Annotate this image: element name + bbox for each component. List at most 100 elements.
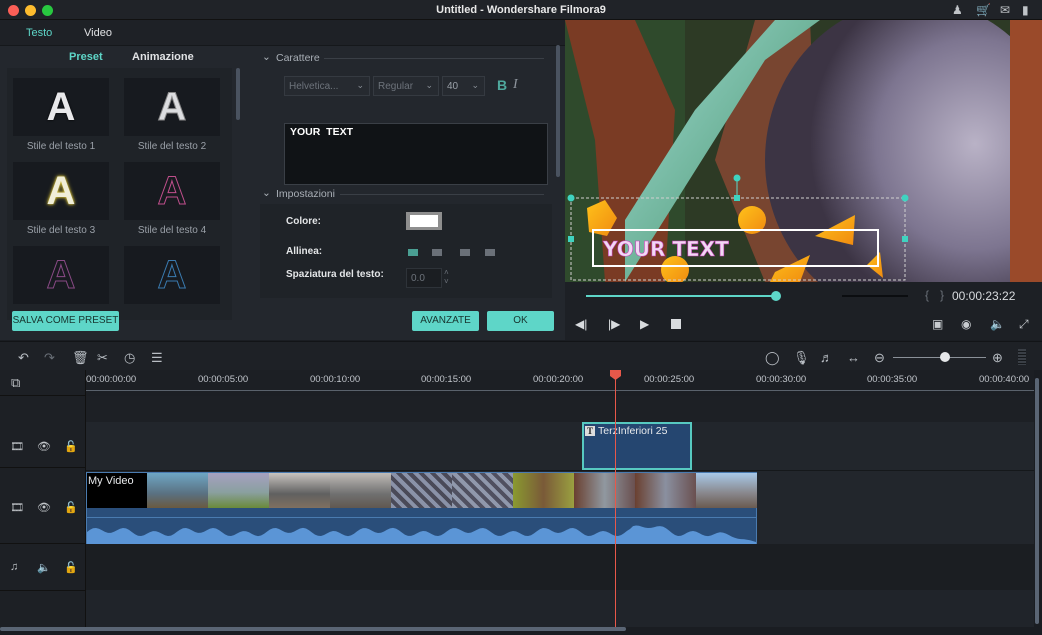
ok-button[interactable]: OK <box>487 311 554 331</box>
thumbnail <box>513 473 574 508</box>
video-clip-label: My Video <box>88 475 134 487</box>
volume-icon[interactable]: 🔈 <box>990 317 1005 331</box>
title-bar: Untitled - Wondershare Filmora9 ♟ 🛒 ✉ ▮ <box>0 0 1042 20</box>
lock-icon[interactable]: 🔓 <box>64 501 78 514</box>
speaker-icon[interactable]: 🔈 <box>37 561 51 574</box>
timeline-vertical-scrollbar[interactable] <box>1035 378 1039 624</box>
timeline-horizontal-scrollbar[interactable] <box>0 627 626 631</box>
ruler-label: 00:00:05:00 <box>198 374 249 385</box>
render-settings-icon[interactable]: ▣ <box>932 317 943 331</box>
chevron-down-icon: ⌄ <box>425 80 433 90</box>
next-frame-icon[interactable]: |▶ <box>608 317 620 331</box>
preset-thumbnail: A <box>124 246 220 304</box>
size-dropdown[interactable]: 40 ⌄ <box>442 76 485 96</box>
mail-icon[interactable]: ✉ <box>1000 3 1010 17</box>
prev-frame-icon[interactable]: ◀| <box>575 317 587 331</box>
spacing-input[interactable]: 0.0 <box>406 268 442 288</box>
preset-item[interactable]: A Stile del testo 1 <box>13 78 109 156</box>
resize-handle[interactable] <box>568 236 574 242</box>
fullscreen-icon[interactable]: ⤢ <box>1019 317 1029 332</box>
preset-item[interactable]: A Stile del testo 4 <box>124 162 220 240</box>
cart-icon[interactable]: 🛒 <box>976 3 991 17</box>
text-input[interactable]: YOUR TEXT <box>284 123 548 185</box>
lock-icon[interactable]: 🔓 <box>64 561 78 574</box>
spacing-stepper[interactable]: ˄ ˅ <box>444 268 449 286</box>
timecode: 00:00:23:22 <box>952 289 1016 303</box>
zoom-out-icon[interactable]: ⊖ <box>874 350 885 366</box>
ruler-label: 00:00:10:00 <box>310 374 361 385</box>
align-left-icon[interactable] <box>408 249 418 256</box>
chevron-down-icon[interactable]: ⌄ <box>262 51 271 63</box>
resize-handle[interactable] <box>734 195 740 201</box>
align-center-icon[interactable] <box>432 249 442 256</box>
resize-handle[interactable] <box>902 236 908 242</box>
tab-video[interactable]: Video <box>84 27 112 39</box>
resize-handle[interactable] <box>567 194 575 202</box>
progress-knob[interactable] <box>770 291 781 301</box>
divider <box>0 543 86 544</box>
advanced-button[interactable]: AVANZATE <box>412 311 479 331</box>
cut-icon[interactable]: ✂ <box>97 350 108 366</box>
preset-item[interactable]: A Stile del testo 2 <box>124 78 220 156</box>
lock-icon[interactable]: 🔓 <box>64 440 78 453</box>
video-clip[interactable]: My Video <box>86 472 757 544</box>
font-dropdown[interactable]: Helvetica... ⌄ <box>284 76 370 96</box>
bold-button[interactable]: B <box>497 77 507 93</box>
fit-icon[interactable]: ↔ <box>847 350 860 365</box>
redo-icon[interactable]: ↷ <box>44 350 55 366</box>
adjust-icon[interactable]: ☰ <box>151 350 163 366</box>
video-preview[interactable]: YOUR TEXT <box>565 20 1042 282</box>
divider <box>0 467 86 468</box>
editor-scrollbar[interactable] <box>556 45 560 177</box>
zoom-in-icon[interactable]: ⊕ <box>992 350 1003 366</box>
tab-testo[interactable]: Testo <box>26 27 52 39</box>
undo-icon[interactable]: ↶ <box>18 350 29 366</box>
thumbnail <box>635 473 696 508</box>
play-icon[interactable]: ▶ <box>640 317 649 331</box>
subtab-animazione[interactable]: Animazione <box>132 51 194 63</box>
rotate-handle[interactable] <box>733 174 741 182</box>
italic-button[interactable]: I <box>513 77 518 93</box>
preset-item[interactable]: A <box>124 246 220 320</box>
align-label: Allinea: <box>286 246 323 257</box>
koala <box>765 20 1042 282</box>
empty-track <box>86 396 1034 422</box>
snapshot-icon[interactable]: ◉ <box>961 317 971 331</box>
thumbnail <box>574 473 635 508</box>
weight-dropdown[interactable]: Regular ⌄ <box>373 76 439 96</box>
preset-item[interactable]: A <box>13 246 109 320</box>
marker-icon[interactable]: ◯ <box>765 350 780 366</box>
color-swatch[interactable] <box>406 212 442 230</box>
preset-thumbnail: A <box>124 162 220 220</box>
resize-handle[interactable] <box>901 194 909 202</box>
zoom-slider-knob[interactable] <box>939 352 950 362</box>
notification-icon[interactable]: ▮ <box>1022 3 1029 17</box>
preset-label: Stile del testo 2 <box>137 141 207 152</box>
voiceover-icon[interactable]: 🎙 <box>793 350 810 366</box>
preset-item[interactable]: A Stile del testo 3 <box>13 162 109 240</box>
audio-mixer-icon[interactable]: ♬ <box>820 350 833 365</box>
preset-scrollbar[interactable] <box>236 68 240 120</box>
chevron-down-icon[interactable]: ⌄ <box>262 187 271 199</box>
align-justify-icon[interactable] <box>485 249 495 256</box>
eye-icon[interactable]: 👁 <box>37 501 51 514</box>
timeline-ruler[interactable]: 00:00:00:00 00:00:05:00 00:00:10:00 00:0… <box>86 370 1034 396</box>
subtab-preset[interactable]: Preset <box>69 51 103 63</box>
add-track-icon[interactable]: ⧉ <box>11 375 20 391</box>
speed-icon[interactable]: ◷ <box>124 350 135 366</box>
stop-icon[interactable] <box>671 319 681 329</box>
save-preset-button[interactable]: SALVA COME PRESET <box>12 311 119 331</box>
align-right-icon[interactable] <box>460 249 470 256</box>
eye-icon[interactable]: 👁 <box>37 440 51 453</box>
weight-value: Regular <box>378 81 414 92</box>
preset-thumbnail: A <box>13 78 109 136</box>
mark-in-button[interactable]: { <box>925 288 929 302</box>
title-clip[interactable]: T TerzInferiori 25 <box>582 422 692 470</box>
account-icon[interactable]: ♟ <box>952 3 963 17</box>
panel-drag-handle[interactable] <box>1018 349 1026 365</box>
delete-icon[interactable]: 🗑 <box>72 350 89 366</box>
mark-out-button[interactable]: } <box>940 288 944 302</box>
overlay-text[interactable]: YOUR TEXT <box>602 237 730 262</box>
title-track <box>86 422 1034 470</box>
window-title: Untitled - Wondershare Filmora9 <box>436 4 606 16</box>
